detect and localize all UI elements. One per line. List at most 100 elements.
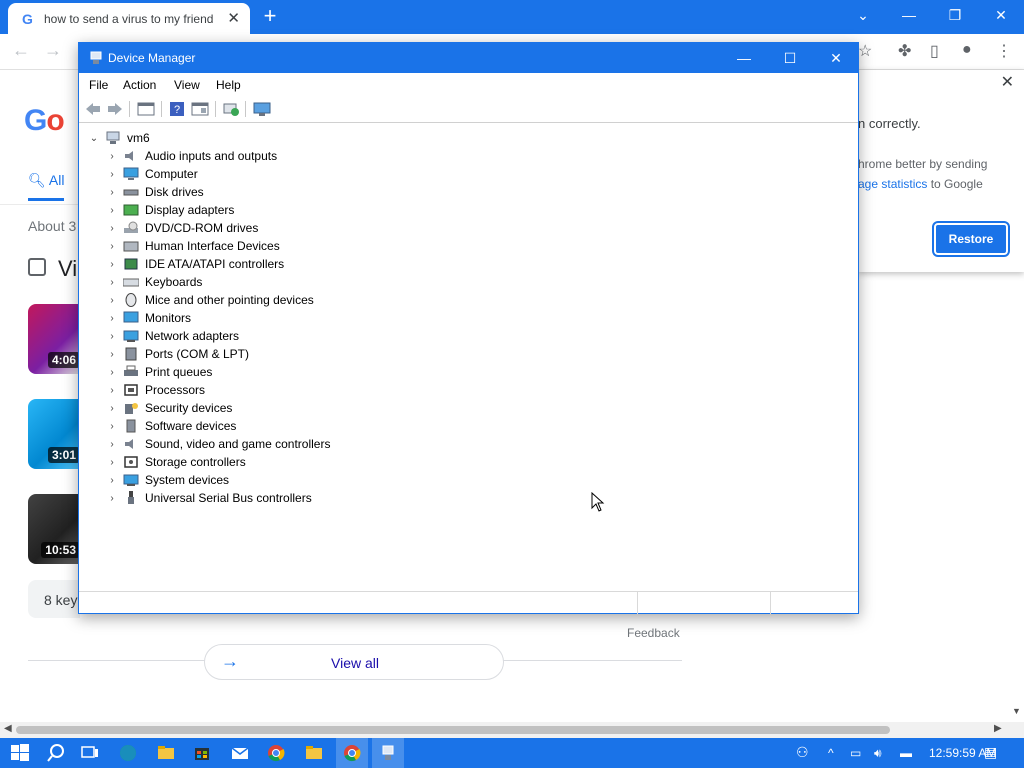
menu-file[interactable]: File	[89, 78, 108, 92]
mail-icon[interactable]	[230, 743, 250, 763]
new-tab-button[interactable]: +	[258, 3, 282, 29]
device-manager-taskbar-icon[interactable]	[378, 743, 398, 763]
close-window-button[interactable]: ✕	[978, 0, 1024, 30]
tree-category-item[interactable]: › System devices	[105, 471, 229, 489]
chevron-right-icon[interactable]: ›	[105, 439, 119, 450]
search-icon[interactable]	[46, 743, 66, 763]
menu-kebab-icon[interactable]: ⋮	[996, 41, 1012, 61]
chrome-icon[interactable]	[266, 743, 286, 763]
keyboard-icon[interactable]: ▬	[900, 746, 912, 760]
scroll-left-icon[interactable]: ◀	[4, 723, 12, 734]
network-icon[interactable]: ▭	[850, 746, 861, 760]
tree-category-item[interactable]: › Mice and other pointing devices	[105, 291, 314, 309]
side-panel-icon[interactable]: ▯	[930, 41, 939, 61]
tree-category-item[interactable]: › Sound, video and game controllers	[105, 435, 330, 453]
chevron-right-icon[interactable]: ›	[105, 457, 119, 468]
menu-help[interactable]: Help	[216, 78, 241, 92]
chevron-right-icon[interactable]: ›	[105, 475, 119, 486]
tree-category-item[interactable]: › IDE ATA/ATAPI controllers	[105, 255, 284, 273]
tree-category-item[interactable]: › Software devices	[105, 417, 236, 435]
profile-icon[interactable]: ●	[962, 41, 972, 59]
video-thumbnail[interactable]: 4:06	[28, 304, 80, 374]
extensions-icon[interactable]: ✤	[898, 41, 911, 61]
tree-category-item[interactable]: › Audio inputs and outputs	[105, 147, 277, 165]
scroll-down-icon[interactable]: ▼	[1012, 706, 1021, 716]
minimize-button[interactable]: —	[886, 0, 932, 30]
chevron-down-icon[interactable]: ⌄	[87, 133, 101, 144]
device-manager-titlebar[interactable]: Device Manager — ☐ ✕	[79, 43, 858, 73]
task-view-icon[interactable]	[80, 743, 100, 763]
properties-icon[interactable]	[137, 101, 155, 117]
help-icon[interactable]: ?	[168, 101, 186, 117]
tree-category-item[interactable]: › Print queues	[105, 363, 212, 381]
file-explorer-icon[interactable]	[156, 743, 176, 763]
dm-minimize-button[interactable]: —	[721, 43, 767, 73]
chevron-right-icon[interactable]: ›	[105, 241, 119, 252]
video-thumbnail[interactable]: 10:53	[28, 494, 80, 564]
show-hidden-icons-chevron-icon[interactable]: ^	[828, 746, 834, 760]
tree-category-item[interactable]: › DVD/CD-ROM drives	[105, 219, 258, 237]
windows-start-icon[interactable]	[10, 743, 30, 763]
forward-arrow-icon[interactable]	[106, 101, 124, 117]
tab-search-chevron-icon[interactable]: ⌄	[840, 0, 886, 30]
scrollbar-thumb[interactable]	[16, 726, 890, 734]
chrome-active-icon[interactable]	[342, 743, 362, 763]
tree-category-item[interactable]: › Keyboards	[105, 273, 202, 291]
back-arrow-icon[interactable]	[84, 101, 102, 117]
tree-category-item[interactable]: › Human Interface Devices	[105, 237, 279, 255]
chevron-right-icon[interactable]: ›	[105, 277, 119, 288]
chevron-right-icon[interactable]: ›	[105, 187, 119, 198]
tree-category-item[interactable]: › Network adapters	[105, 327, 239, 345]
tree-root-node[interactable]: ⌄ vm6	[87, 129, 150, 147]
chevron-right-icon[interactable]: ›	[105, 205, 119, 216]
restore-button[interactable]: Restore	[934, 223, 1008, 255]
scan-hardware-icon[interactable]	[253, 101, 271, 117]
chevron-right-icon[interactable]: ›	[105, 313, 119, 324]
usage-statistics-link[interactable]: age statistics	[858, 177, 927, 191]
chevron-right-icon[interactable]: ›	[105, 295, 119, 306]
bookmark-star-icon[interactable]: ☆	[858, 41, 872, 61]
menu-action[interactable]: Action	[123, 78, 156, 92]
chevron-right-icon[interactable]: ›	[105, 385, 119, 396]
feedback-link[interactable]: Feedback	[627, 626, 680, 640]
notifications-icon[interactable]: ▤	[984, 744, 997, 761]
chevron-right-icon[interactable]: ›	[105, 493, 119, 504]
tree-category-item[interactable]: › Display adapters	[105, 201, 234, 219]
chevron-right-icon[interactable]: ›	[105, 331, 119, 342]
tree-category-item[interactable]: › Storage controllers	[105, 453, 245, 471]
horizontal-scrollbar[interactable]: ◀ ▶	[0, 722, 1024, 738]
tab-close-icon[interactable]: ✕	[227, 9, 240, 27]
chevron-right-icon[interactable]: ›	[105, 349, 119, 360]
chevron-right-icon[interactable]: ›	[105, 223, 119, 234]
people-icon[interactable]: ⚇	[796, 744, 809, 761]
folder-icon[interactable]	[304, 743, 324, 763]
tree-category-item[interactable]: › Security devices	[105, 399, 232, 417]
update-driver-icon[interactable]	[222, 101, 240, 117]
tree-category-item[interactable]: › Monitors	[105, 309, 191, 327]
browser-tab[interactable]: G how to send a virus to my friend ✕	[8, 3, 250, 34]
edge-icon[interactable]	[118, 743, 138, 763]
video-thumbnail[interactable]: 3:01	[28, 399, 80, 469]
chevron-right-icon[interactable]: ›	[105, 151, 119, 162]
forward-icon[interactable]: →	[44, 40, 62, 61]
dm-close-button[interactable]: ✕	[813, 43, 859, 73]
tree-category-item[interactable]: › Disk drives	[105, 183, 203, 201]
chevron-right-icon[interactable]: ›	[105, 259, 119, 270]
store-icon[interactable]	[192, 743, 212, 763]
tree-category-item[interactable]: › Computer	[105, 165, 197, 183]
scroll-right-icon[interactable]: ▶	[994, 723, 1002, 734]
tree-category-item[interactable]: › Universal Serial Bus controllers	[105, 489, 312, 507]
tree-category-item[interactable]: › Ports (COM & LPT)	[105, 345, 249, 363]
menu-view[interactable]: View	[174, 78, 200, 92]
back-icon[interactable]: ←	[12, 40, 30, 61]
chevron-right-icon[interactable]: ›	[105, 403, 119, 414]
chevron-right-icon[interactable]: ›	[105, 367, 119, 378]
chevron-right-icon[interactable]: ›	[105, 421, 119, 432]
dm-maximize-button[interactable]: ☐	[767, 43, 813, 73]
tab-all[interactable]: 🔍︎ All	[28, 172, 64, 189]
chevron-right-icon[interactable]: ›	[105, 169, 119, 180]
key-moments-chip[interactable]: 8 key	[28, 580, 80, 618]
restore-window-button[interactable]: ❐	[932, 0, 978, 30]
popup-close-icon[interactable]: ✕	[1001, 72, 1014, 92]
volume-icon[interactable]: 🔊︎	[874, 746, 882, 761]
